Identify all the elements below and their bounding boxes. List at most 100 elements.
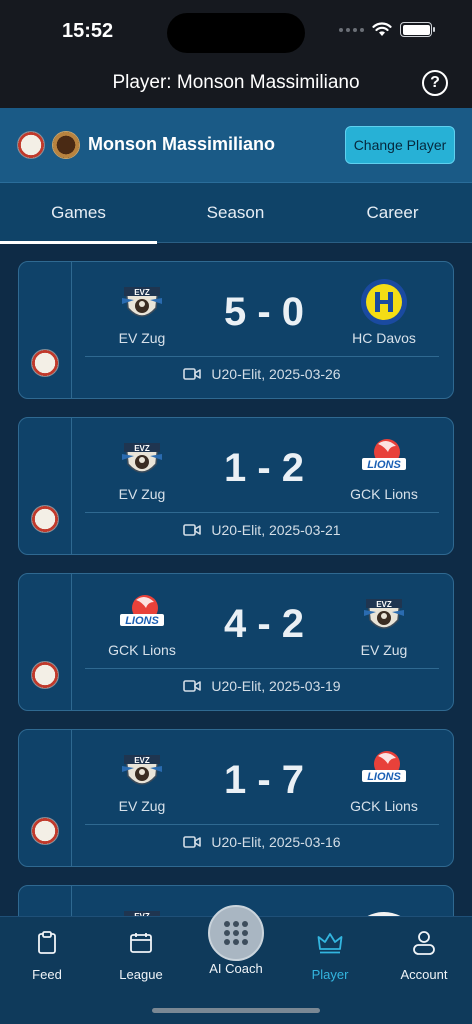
card-side (19, 418, 72, 554)
game-card[interactable]: EVZ EV Zug 1 - 7 LIONS GCK Lions U20-Elit, 20… (18, 729, 454, 867)
game-info: U20-Elit, 2025-03-21 (85, 522, 439, 538)
game-score: 4 - 2 (223, 602, 305, 646)
grid-dots-icon (224, 921, 248, 945)
home-team-logo-icon: EVZ (118, 434, 166, 482)
away-team-logo-icon (360, 902, 408, 916)
game-score: 5 - 0 (223, 290, 305, 334)
calendar-icon (130, 933, 152, 953)
tabbar-ai-coach[interactable]: AI Coach (188, 961, 284, 976)
card-divider (85, 824, 439, 825)
svg-text:EVZ: EVZ (134, 444, 150, 453)
away-team-logo-icon: LIONS (360, 746, 408, 794)
status-bar: 15:52 (0, 0, 472, 62)
game-league-date: U20-Elit, 2025-03-21 (211, 522, 341, 538)
home-team-name: GCK Lions (108, 642, 176, 658)
game-card[interactable]: LIONS GCK Lions 4 - 2 EVZ EV Zug U20-Elit, 20… (18, 573, 454, 711)
status-time: 15:52 (62, 20, 114, 42)
tab-games[interactable]: Games (0, 183, 157, 244)
crown-icon (317, 933, 343, 954)
video-camera-icon[interactable] (183, 836, 202, 848)
player-team-icon (31, 349, 59, 377)
tabbar-league-label: League (119, 967, 163, 982)
tabbar-account-label: Account (400, 967, 448, 982)
tabbar-feed-label: Feed (32, 967, 62, 982)
segment-tabs: Games Season Career (0, 183, 472, 244)
change-player-button[interactable]: Change Player (345, 126, 455, 164)
away-team-name: HC Davos (352, 330, 416, 346)
card-divider (85, 668, 439, 669)
club-logo-icon (52, 131, 80, 159)
svg-text:EVZ: EVZ (134, 756, 150, 765)
tabbar-player[interactable]: Player (283, 929, 377, 982)
card-divider (85, 356, 439, 357)
card-side (19, 574, 72, 710)
card-side (19, 262, 72, 398)
home-indicator (152, 1008, 320, 1013)
home-team-logo-icon: EVZ (118, 278, 166, 326)
game-score: 1 - 2 (223, 446, 305, 490)
card-side (19, 886, 72, 916)
game-card[interactable]: EVZ EV Zug 1 - 2 LIONS GCK Lions U20-Elit, 20… (18, 417, 454, 555)
game-league-date: U20-Elit, 2025-03-19 (211, 678, 341, 694)
away-team: HC Davos (324, 278, 444, 346)
svg-text:EVZ: EVZ (134, 288, 150, 297)
away-team: LIONS GCK Lions (324, 746, 444, 814)
away-team-logo-icon: LIONS (360, 434, 408, 482)
game-score: 1 - 7 (223, 758, 305, 802)
home-team-name: EV Zug (118, 798, 166, 814)
player-team-icon (31, 661, 59, 689)
games-list[interactable]: EVZ EV Zug 5 - 0 HC Davos U20-Elit, 2025-03-… (0, 244, 472, 916)
tab-career[interactable]: Career (314, 183, 471, 243)
away-team: EVZ EV Zug (324, 590, 444, 658)
away-team-name: GCK Lions (350, 486, 418, 502)
card-divider (85, 512, 439, 513)
game-info: U20-Elit, 2025-03-26 (85, 366, 439, 382)
away-team (324, 902, 444, 916)
away-team-logo-icon: EVZ (360, 590, 408, 638)
player-bar: Monson Massimiliano Change Player (0, 108, 472, 183)
svg-text:LIONS: LIONS (367, 459, 401, 471)
nav-header: Player: Monson Massimiliano ? (0, 62, 472, 108)
signal-icon (339, 27, 364, 32)
tab-season[interactable]: Season (157, 183, 314, 243)
game-info: U20-Elit, 2025-03-19 (85, 678, 439, 694)
player-name: Monson Massimiliano (88, 134, 276, 154)
away-team: LIONS GCK Lions (324, 434, 444, 502)
home-team: EVZ EV Zug (82, 746, 202, 814)
tabbar-account[interactable]: Account (377, 929, 471, 982)
battery-icon (400, 22, 435, 37)
home-team-logo-icon: LIONS (118, 590, 166, 638)
home-team: LIONS GCK Lions (82, 590, 202, 658)
player-team-icon (31, 505, 59, 533)
video-camera-icon[interactable] (183, 524, 202, 536)
tabbar-league[interactable]: League (94, 929, 188, 982)
game-info: U20-Elit, 2025-03-16 (85, 834, 439, 850)
page-title: Player: Monson Massimiliano (112, 72, 360, 93)
help-button[interactable]: ? (422, 70, 448, 96)
home-team: EVZ EV Zug (82, 278, 202, 346)
video-camera-icon[interactable] (183, 368, 202, 380)
game-league-date: U20-Elit, 2025-03-16 (211, 834, 341, 850)
game-card[interactable]: EVZ EV Zug 5 - 0 HC Davos U20-Elit, 2025-03-… (18, 261, 454, 399)
dynamic-island (167, 13, 305, 53)
status-icons (339, 22, 435, 37)
wifi-icon (372, 22, 392, 36)
away-team-logo-icon (360, 278, 408, 326)
svg-text:LIONS: LIONS (125, 615, 159, 627)
player-team-icon (31, 817, 59, 845)
card-side (19, 730, 72, 866)
person-icon (413, 931, 435, 955)
svg-text:EVZ: EVZ (376, 600, 392, 609)
tabbar-feed[interactable]: Feed (0, 929, 94, 982)
home-team-logo-icon: EVZ (118, 746, 166, 794)
home-team-name: EV Zug (118, 486, 166, 502)
home-team: EVZ (82, 902, 202, 916)
home-team-logo-icon: EVZ (118, 902, 166, 916)
clipboard-icon (38, 931, 56, 954)
game-league-date: U20-Elit, 2025-03-26 (211, 366, 341, 382)
tabbar-ai-coach-label: AI Coach (209, 961, 263, 976)
ai-coach-button[interactable] (208, 905, 264, 961)
video-camera-icon[interactable] (183, 680, 202, 692)
team-logo-icon (17, 131, 45, 159)
home-team: EVZ EV Zug (82, 434, 202, 502)
